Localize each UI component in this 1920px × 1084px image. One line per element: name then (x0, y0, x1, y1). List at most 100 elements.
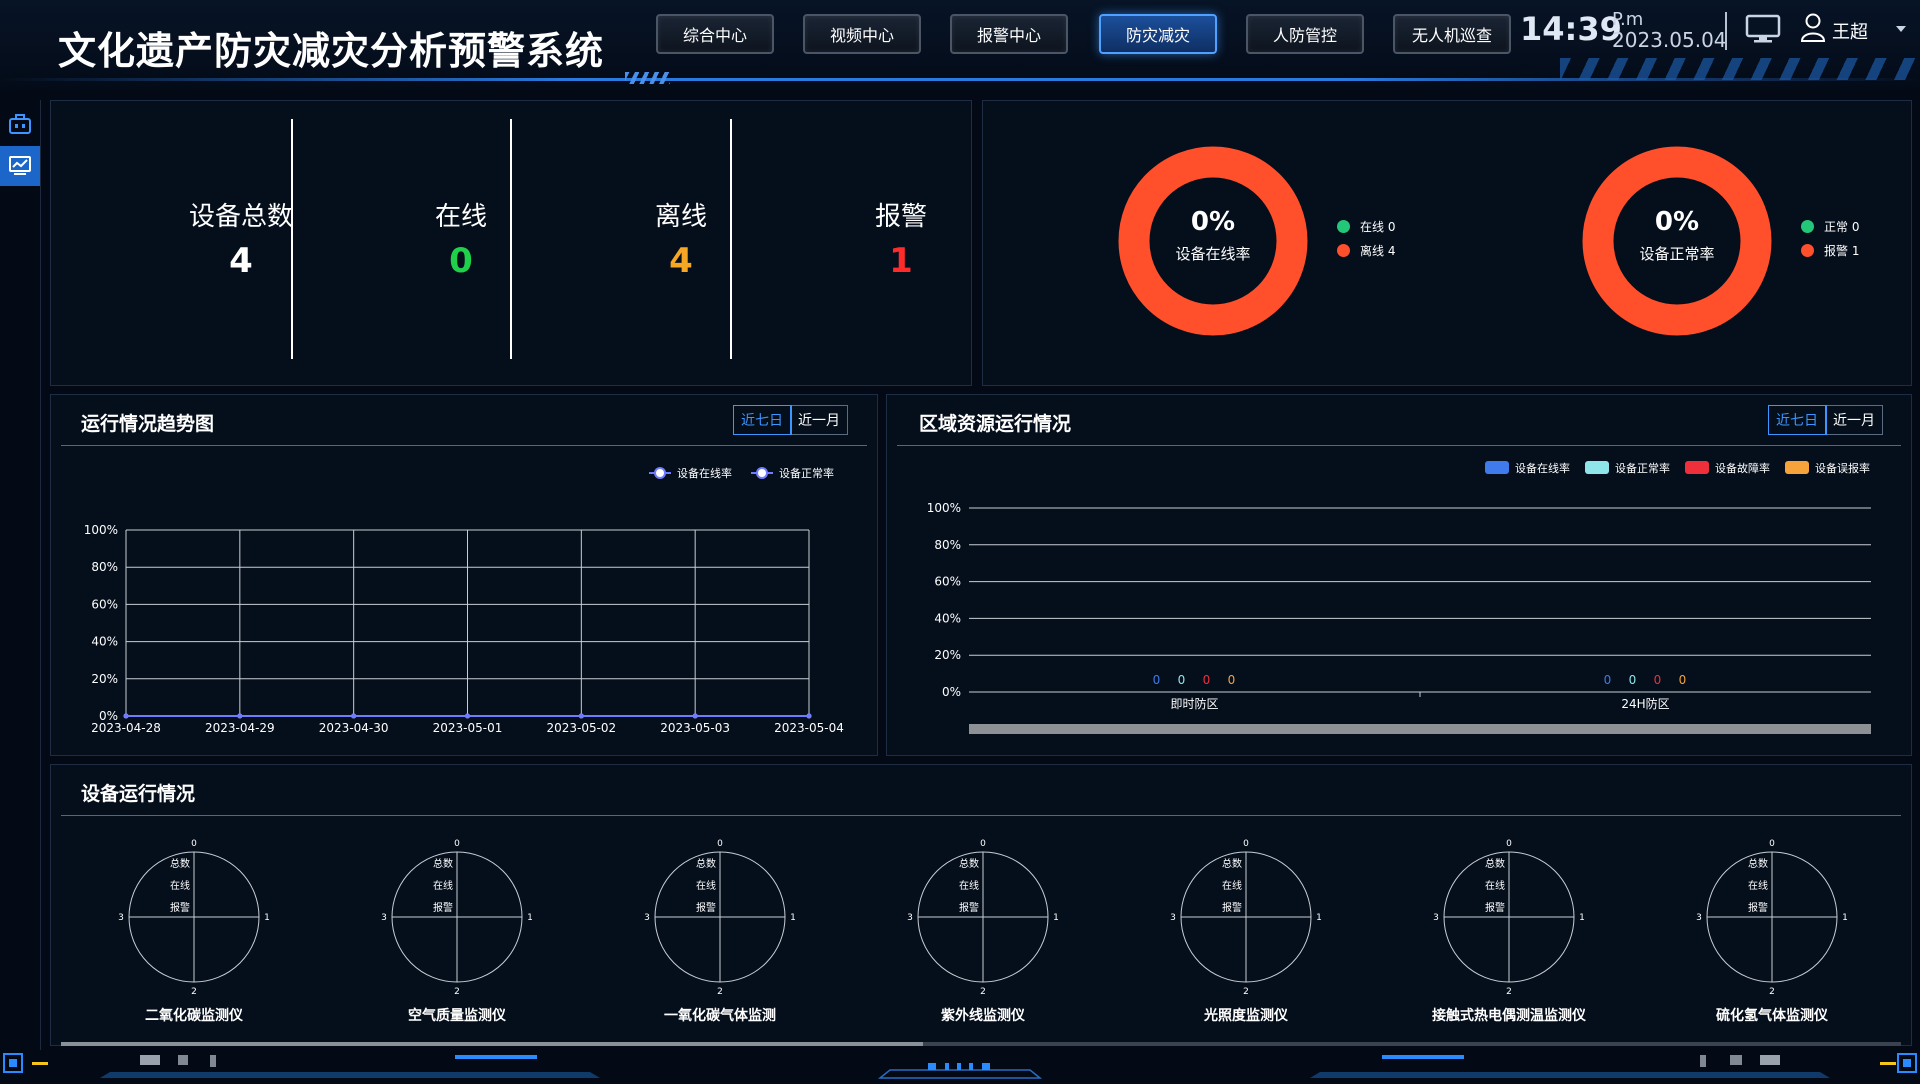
stat-divider (730, 119, 732, 359)
nav-comprehensive-center[interactable]: 综合中心 (656, 14, 774, 54)
legend-label: 设备误报率 (1815, 461, 1870, 475)
legend-label: 设备在线率 (1515, 461, 1570, 475)
trend-line-chart: 0%20%40%60%80%100%2023-04-28 2023-04-29 20… (84, 466, 844, 735)
y-tick-label: 80% (91, 560, 118, 574)
stat-online: 在线 0 (371, 196, 551, 281)
monitor-chart-icon (9, 156, 31, 175)
monitor-icon[interactable] (1745, 14, 1781, 48)
polar-gauge-chart: 0 1 2 3 总数在线报警 (381, 839, 533, 997)
gauge-tick: 2 (1769, 987, 1775, 995)
tab-last-month[interactable]: 近一月 (1826, 406, 1882, 434)
gauge-tick: 1 (1053, 913, 1059, 923)
tab-last-month[interactable]: 近一月 (791, 406, 847, 434)
series-point (123, 713, 129, 719)
data-label: 0 (1604, 673, 1612, 687)
polar-gauge-chart: 0 1 2 3 总数在线报警 (1696, 839, 1848, 997)
legend-dot (1801, 220, 1814, 233)
user-name[interactable]: 王超 (1832, 18, 1868, 44)
y-tick-label: 60% (91, 597, 118, 611)
header-stripe-decoration (1560, 58, 1920, 80)
y-tick-label: 20% (91, 672, 118, 686)
normal-rate-label: 设备正常率 (1639, 245, 1715, 263)
legend-swatch (1785, 461, 1809, 474)
legend-swatch (1485, 461, 1509, 474)
panel-divider (61, 815, 1901, 816)
gauge-tick: 1 (264, 913, 270, 923)
horizontal-scrollbar-track[interactable] (61, 1042, 1901, 1046)
nav-video-center[interactable]: 视频中心 (803, 14, 921, 54)
rate-donut-panel: 0% 设备在线率 在线 0 离线 4 0% 设备正常率 正常 0 报警 1 (982, 100, 1912, 386)
polar-gauge-chart: 0 1 2 3 总数在线报警 (118, 839, 270, 997)
series-point (806, 713, 812, 719)
y-tick-label: 100% (84, 523, 118, 537)
online-rate-percent: 0% (1190, 207, 1236, 237)
gauge-tick: 3 (907, 913, 913, 923)
left-sidebar (0, 100, 41, 1050)
header-divider (1725, 12, 1727, 50)
nav-disaster-prevention[interactable]: 防灾减灾 (1099, 14, 1217, 54)
gauge-tick: 0 (191, 839, 197, 849)
gauge-ring-label: 总数 (433, 857, 453, 870)
gauge-ring-label: 总数 (1485, 857, 1505, 870)
gauge-tick: 3 (118, 913, 124, 923)
gauge-tick: 2 (454, 987, 460, 995)
nav-drone-patrol[interactable]: 无人机巡查 (1393, 14, 1511, 54)
normal-rate-percent: 0% (1654, 207, 1700, 237)
gauge-ring-label: 报警 (1485, 901, 1505, 914)
legend-label: 设备正常率 (1615, 461, 1670, 475)
online-rate-center: 0% 设备在线率 (1153, 207, 1273, 264)
tab-last-7-days[interactable]: 近七日 (1768, 405, 1827, 435)
gauge-ring-label: 总数 (1748, 857, 1768, 870)
y-tick-label: 60% (934, 575, 961, 589)
sidebar-item-monitor[interactable] (0, 146, 40, 186)
nav-civil-defense[interactable]: 人防管控 (1246, 14, 1364, 54)
x-tick-label: 2023-04-28 (91, 721, 161, 735)
clock-time: 14:39 (1520, 10, 1622, 48)
gauge-tick: 2 (717, 987, 723, 995)
legend-swatch (1685, 461, 1709, 474)
gauge-tick: 0 (1769, 839, 1775, 849)
x-tick-label: 2023-04-30 (319, 721, 389, 735)
device-name: 空气质量监测仪 (408, 1008, 506, 1024)
device-panel-title: 设备运行情况 (81, 783, 196, 805)
data-label: 0 (1654, 673, 1662, 687)
x-tick-label: 2023-05-03 (660, 721, 730, 735)
stat-divider (291, 119, 293, 359)
region-panel: 区域资源运行情况 近七日 近一月 0% 20% 40% 60% 80% 100% 即时防区 0… (886, 394, 1912, 756)
legend-dot (1337, 220, 1350, 233)
y-tick-label: 80% (934, 538, 961, 552)
legend-offline: 离线 4 (1337, 242, 1395, 259)
panel-divider (61, 445, 867, 446)
data-label: 0 (1153, 673, 1161, 687)
gauge-ring-label: 报警 (170, 901, 190, 914)
series-point (465, 713, 470, 719)
sidebar-item-toolbox[interactable] (0, 104, 40, 144)
series-point (351, 713, 357, 719)
legend-online: 在线 0 (1337, 218, 1395, 235)
legend-alarm-text: 报警 1 (1824, 244, 1860, 258)
gauge-ring-label: 总数 (696, 857, 716, 870)
gauge-ring-label: 在线 (959, 879, 979, 892)
horizontal-scrollbar-thumb[interactable] (61, 1042, 923, 1046)
x-tick-label: 24H防区 (1621, 696, 1669, 711)
gauge-ring-label: 总数 (959, 857, 979, 870)
app-title: 文化遗产防灾减灾分析预警系统 (58, 29, 605, 73)
footer-bar (0, 1050, 1920, 1080)
device-gauge: 0 1 2 3 总数 在线 报警 接触式热电偶测温监测仪 (1409, 825, 1609, 1045)
gauge-ring-label: 总数 (1222, 857, 1242, 870)
legend-dot (1337, 244, 1350, 257)
device-name: 二氧化碳监测仪 (145, 1008, 243, 1024)
device-gauge: 0 1 2 3 总数 在线 报警 紫外线监测仪 (883, 825, 1083, 1045)
device-name: 紫外线监测仪 (941, 1008, 1025, 1024)
y-tick-label: 40% (934, 611, 961, 625)
nav-alarm-center[interactable]: 报警中心 (950, 14, 1068, 54)
legend-marker (756, 467, 768, 479)
x-tick-label: 2023-05-02 (546, 721, 616, 735)
trend-panel-title: 运行情况趋势图 (81, 413, 215, 435)
chevron-down-icon[interactable] (1896, 26, 1906, 32)
gauge-tick: 3 (1696, 913, 1702, 923)
trend-range-toggle: 近七日 近一月 (733, 405, 848, 435)
user-icon[interactable] (1800, 12, 1826, 46)
x-tick-label: 即时防区 (1170, 696, 1218, 711)
tab-last-7-days[interactable]: 近七日 (733, 405, 792, 435)
